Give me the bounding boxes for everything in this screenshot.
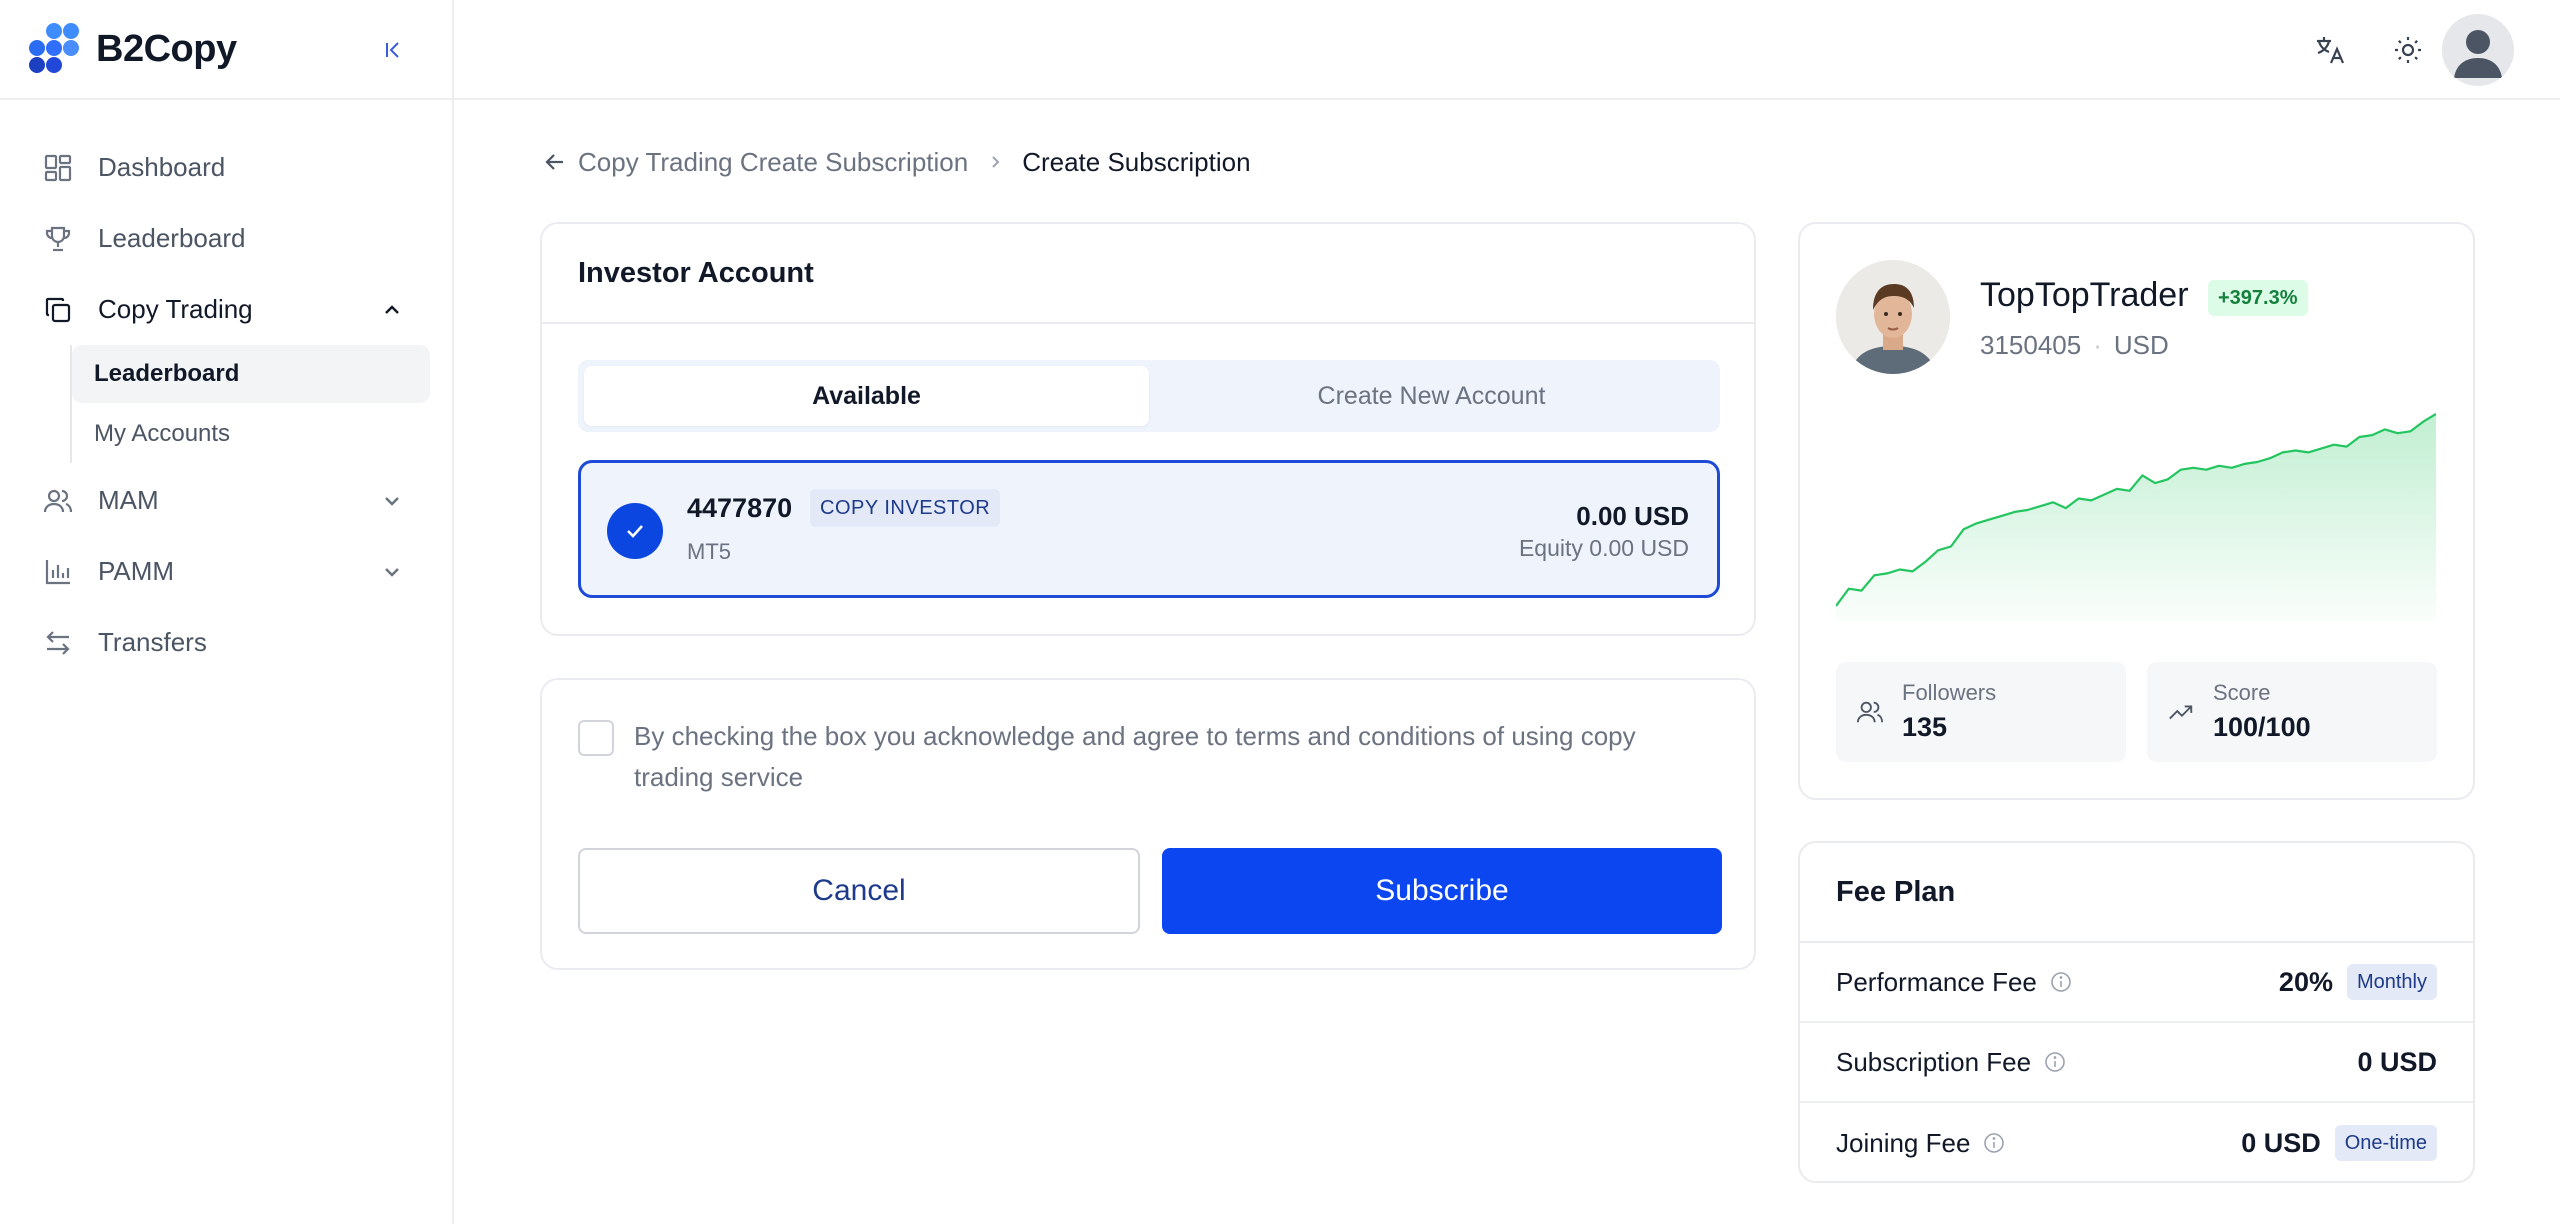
fee-badge: One-time (2334, 1125, 2437, 1161)
terms-card: By checking the box you acknowledge and … (540, 678, 1756, 970)
sidebar-item-label: PAMM (98, 556, 175, 586)
trader-currency: USD (2113, 330, 2169, 360)
fee-label: Subscription Fee (1836, 1046, 2032, 1077)
investor-account-card: Investor Account Available Create New Ac… (540, 222, 1756, 636)
score-stat: Score 100/100 (2147, 662, 2437, 762)
fee-badge: Monthly (2346, 964, 2437, 1000)
brand-name: B2Copy (96, 27, 237, 70)
collapse-sidebar-icon[interactable] (376, 32, 412, 68)
account-platform: MT5 (687, 539, 731, 564)
breadcrumb-current: Create Subscription (1022, 146, 1251, 177)
trader-return-badge: +397.3% (2208, 280, 2308, 316)
account-type-badge: COPY INVESTOR (810, 489, 1001, 527)
sidebar-item-label: Transfers (98, 627, 207, 657)
sidebar-item-label: Leaderboard (98, 223, 246, 253)
trader-account-id: 3150405 (1980, 330, 2082, 360)
copy-trading-subnav: Leaderboard My Accounts (70, 345, 452, 463)
top-header (454, 0, 2560, 100)
fee-label: Joining Fee (1836, 1127, 1971, 1158)
subnav-item-leaderboard[interactable]: Leaderboard (72, 345, 430, 403)
sidebar: B2Copy Dashboard Leaderboard Copy Tradin… (0, 0, 454, 1224)
sidebar-item-copy-trading[interactable]: Copy Trading (0, 274, 452, 345)
users-icon (42, 485, 74, 517)
sidebar-item-dashboard[interactable]: Dashboard (0, 132, 452, 203)
sidebar-item-label: Copy Trading (98, 294, 253, 324)
info-icon[interactable] (1982, 1131, 2006, 1155)
account-number: 4477870 (687, 493, 793, 523)
transfer-icon (42, 627, 74, 659)
breadcrumb: Copy Trading Create Subscription Create … (542, 145, 1251, 179)
sidebar-item-label: Dashboard (98, 152, 226, 182)
breadcrumb-parent-link[interactable]: Copy Trading Create Subscription (578, 147, 968, 178)
sun-icon[interactable] (2388, 30, 2428, 70)
dashboard-icon (42, 152, 74, 184)
bar-chart-icon (42, 556, 74, 588)
followers-label: Followers (1902, 680, 1997, 705)
fee-value: 0 USD (2241, 1127, 2321, 1158)
card-title: Fee Plan (1836, 875, 1956, 908)
trader-meta: 3150405 · USD (1980, 330, 2169, 361)
sidebar-item-mam[interactable]: MAM (0, 465, 452, 536)
card-title: Investor Account (578, 256, 814, 289)
info-icon[interactable] (2043, 1050, 2067, 1074)
user-avatar-icon[interactable] (2442, 14, 2514, 86)
sidebar-item-transfers[interactable]: Transfers (0, 607, 452, 678)
account-equity: Equity 0.00 USD (1518, 535, 1689, 561)
chevron-right-icon (986, 153, 1004, 171)
sidebar-nav: Dashboard Leaderboard Copy Trading Leade… (0, 100, 452, 678)
info-icon[interactable] (2049, 970, 2073, 994)
translate-icon[interactable] (2310, 30, 2350, 70)
fee-value-group: 20% Monthly (2279, 943, 2437, 1021)
chevron-down-icon[interactable] (378, 487, 406, 515)
sidebar-item-label: MAM (98, 485, 159, 515)
card-header: Fee Plan (1800, 843, 2473, 943)
tab-available[interactable]: Available (584, 366, 1149, 426)
terms-text: By checking the box you acknowledge and … (634, 721, 1636, 792)
performance-chart-svg (1835, 413, 2437, 622)
fee-value-group: 0 USD One-time (2241, 1103, 2437, 1183)
terms-checkbox[interactable] (578, 720, 614, 756)
brand: B2Copy (0, 0, 452, 100)
back-arrow-icon[interactable] (542, 149, 568, 175)
trader-avatar (1836, 260, 1950, 374)
score-value: 100/100 (2213, 712, 2311, 742)
tab-create-new-account[interactable]: Create New Account (1149, 366, 1714, 426)
sidebar-item-leaderboard[interactable]: Leaderboard (0, 203, 452, 274)
fee-row-subscription: Subscription Fee 0 USD (1800, 1023, 2473, 1103)
cancel-button[interactable]: Cancel (578, 848, 1140, 934)
check-icon (607, 503, 663, 559)
subscribe-button[interactable]: Subscribe (1162, 848, 1722, 934)
fee-value: 20% (2278, 966, 2333, 997)
score-label: Score (2213, 680, 2271, 705)
account-balance: 0.00 USD (1576, 501, 1689, 531)
followers-value: 135 (1902, 712, 1948, 742)
sidebar-item-pamm[interactable]: PAMM (0, 536, 452, 607)
performance-chart (1835, 406, 2437, 622)
card-header: Investor Account (542, 224, 1754, 324)
trophy-icon (42, 223, 74, 255)
chevron-down-icon[interactable] (378, 558, 406, 586)
users-icon (1856, 698, 1886, 728)
fee-label: Performance Fee (1836, 966, 2037, 997)
fee-value-group: 0 USD (2357, 1023, 2437, 1101)
account-option-selected[interactable]: 4477870 COPY INVESTOR MT5 0.00 USD Equit… (578, 460, 1720, 598)
fee-row-performance: Performance Fee 20% Monthly (1800, 943, 2473, 1023)
trader-name: TopTopTrader (1980, 276, 2189, 314)
fee-value: 0 USD (2357, 1046, 2437, 1077)
trending-up-icon (2167, 698, 2197, 728)
copy-icon (42, 294, 74, 326)
fee-plan-card: Fee Plan Performance Fee 20% Monthly Sub… (1798, 841, 2475, 1183)
account-tabs: Available Create New Account (578, 360, 1720, 432)
chart-area-fill (1836, 414, 2436, 622)
chevron-up-icon[interactable] (378, 296, 406, 324)
brand-logo-icon (28, 23, 80, 75)
trader-card: TopTopTrader +397.3% 3150405 · USD Followe… (1798, 222, 2475, 800)
meta-separator: · (2093, 330, 2102, 360)
fee-row-joining: Joining Fee 0 USD One-time (1800, 1103, 2473, 1183)
followers-stat: Followers 135 (1836, 662, 2126, 762)
subnav-item-my-accounts[interactable]: My Accounts (72, 405, 430, 463)
